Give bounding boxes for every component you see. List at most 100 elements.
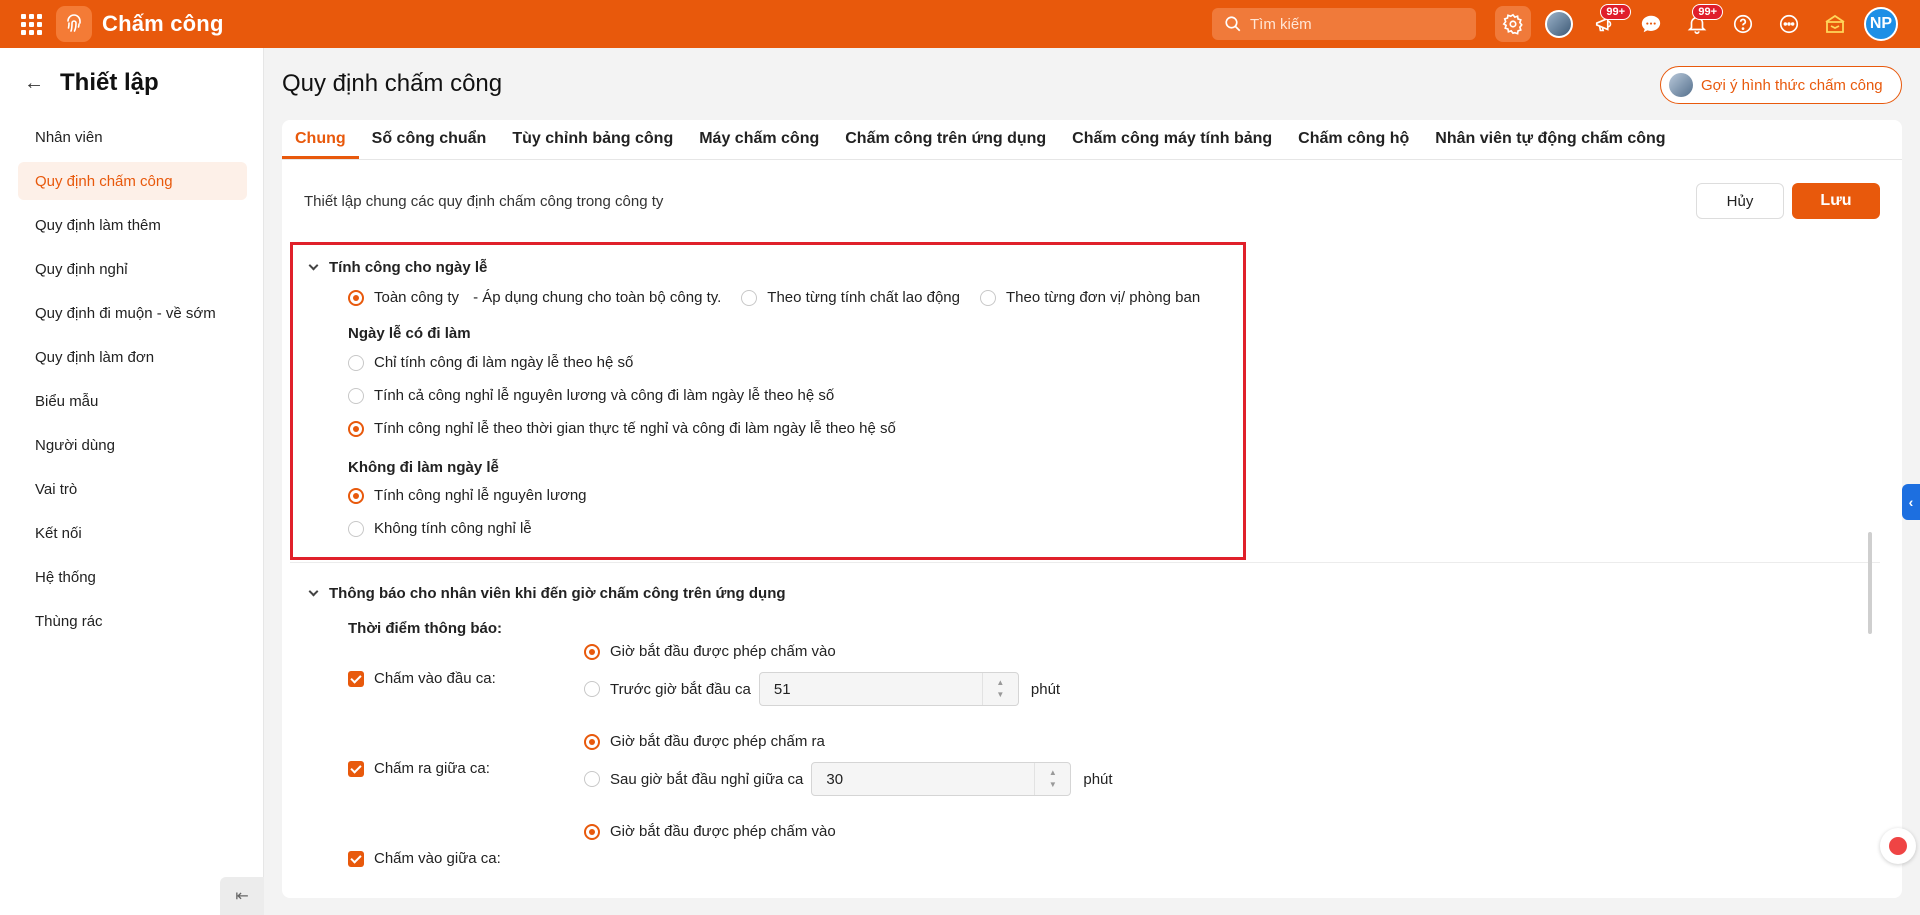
tab[interactable]: Chấm công hộ	[1285, 120, 1422, 159]
notifications-button[interactable]: 99+	[1679, 4, 1723, 42]
minutes-before-start-input[interactable]: ▲▼	[758, 672, 1019, 706]
not-working-option-label: Tính công nghỉ lễ nguyên lương	[374, 487, 587, 504]
notify-section-toggle[interactable]: Thông báo cho nhân viên khi đến giờ chấm…	[308, 585, 786, 602]
checkbox-icon	[348, 670, 364, 687]
working-option-2[interactable]: Tính cả công nghỉ lễ nguyên lương và côn…	[348, 387, 834, 404]
checkbox-checkin-mid[interactable]: Chấm vào giữa ca:	[348, 850, 501, 867]
sparkle-icon	[1889, 837, 1907, 855]
chat-button[interactable]	[1633, 6, 1669, 42]
cancel-button[interactable]: Hủy	[1696, 183, 1784, 219]
chat-icon	[1641, 15, 1661, 33]
tab[interactable]: Máy chấm công	[686, 120, 832, 159]
settings-button[interactable]	[1495, 6, 1531, 42]
sidebar-item[interactable]: Kết nối	[18, 514, 247, 552]
suggest-button[interactable]: Gợi ý hình thức chấm công	[1660, 66, 1902, 104]
account-button[interactable]: NP	[1863, 6, 1899, 42]
assistant-button[interactable]	[1880, 828, 1916, 864]
number-input[interactable]	[759, 680, 960, 698]
working-option-1[interactable]: Chỉ tính công đi làm ngày lễ theo hệ số	[348, 354, 633, 371]
gift-button[interactable]	[1817, 6, 1853, 42]
checkin-mid-option-1[interactable]: Giờ bắt đầu được phép chấm vào	[584, 823, 836, 840]
radio-icon	[741, 289, 758, 306]
more-button[interactable]	[1771, 6, 1807, 42]
working-option-label: Tính công nghỉ lễ theo thời gian thực tế…	[374, 420, 896, 437]
sidebar-item[interactable]: Quy định làm đơn	[18, 338, 247, 376]
working-option-3[interactable]: Tính công nghỉ lễ theo thời gian thực tế…	[348, 420, 896, 437]
sidebar-item[interactable]: Vai trò	[18, 470, 247, 508]
gift-icon	[1825, 14, 1845, 33]
sidebar-item[interactable]: Biểu mẫu	[18, 382, 247, 420]
sidebar-item[interactable]: Người dùng	[18, 426, 247, 464]
radio-icon	[348, 420, 364, 437]
holiday-section-toggle[interactable]: Tính công cho ngày lễ	[308, 259, 488, 276]
stepper-icon[interactable]: ▲ ▼	[981, 673, 1018, 705]
tab[interactable]: Số công chuẩn	[359, 120, 500, 159]
not-working-holiday-label: Không đi làm ngày lễ	[348, 459, 499, 476]
side-panel-toggle-icon[interactable]: ‹	[1902, 484, 1920, 520]
checkbox-icon	[348, 850, 364, 867]
tab-bar: Chung Số công chuẩn Tùy chỉnh bảng công Máy…	[282, 120, 1902, 160]
notify-section-title: Thông báo cho nhân viên khi đến giờ chấm…	[329, 585, 786, 602]
radio-icon	[348, 289, 364, 306]
scope-option-company[interactable]: Toàn công ty - Áp dụng chung cho toàn bộ…	[348, 289, 721, 306]
sidebar-item[interactable]: Nhân viên	[18, 118, 247, 156]
radio-icon	[979, 289, 996, 306]
scope-option-department[interactable]: Theo từng đơn vị/ phòng ban	[979, 289, 1201, 306]
scope-option-labor-type[interactable]: Theo từng tính chất lao động	[741, 289, 960, 306]
notify-time-label: Thời điểm thông báo:	[348, 620, 502, 637]
tab[interactable]: Chấm công máy tính bảng	[1059, 120, 1285, 159]
checkin-start-option-2[interactable]: Trước giờ bắt đầu ca	[584, 681, 751, 698]
checkbox-checkout-mid[interactable]: Chấm ra giữa ca:	[348, 760, 490, 777]
user-initials-avatar: NP	[1864, 7, 1898, 41]
tab[interactable]: Nhân viên tự động chấm công	[1422, 120, 1678, 159]
checkbox-checkin-start[interactable]: Chấm vào đầu ca:	[348, 670, 496, 687]
section-divider	[290, 562, 1880, 563]
apps-grid-icon[interactable]	[7, 0, 55, 48]
help-button[interactable]	[1725, 6, 1761, 42]
settings-panel: Chung Số công chuẩn Tùy chỉnh bảng công Máy…	[282, 120, 1902, 898]
search-box[interactable]	[1212, 8, 1476, 40]
page-title: Quy định chấm công	[282, 70, 503, 97]
back-arrow-icon[interactable]: ←	[24, 72, 44, 95]
not-working-option-2[interactable]: Không tính công nghỉ lễ	[348, 520, 532, 537]
announcements-button[interactable]: 99+	[1587, 4, 1631, 42]
search-input[interactable]	[1250, 15, 1460, 33]
scrollbar[interactable]	[1868, 532, 1872, 634]
sidebar-item[interactable]: Thùng rác	[18, 602, 247, 640]
settings-icon	[1502, 13, 1523, 35]
sidebar-item[interactable]: Quy định nghỉ	[18, 250, 247, 288]
tab[interactable]: Chấm công trên ứng dụng	[832, 120, 1059, 159]
sidebar-item[interactable]: Quy định đi muộn - về sớm	[18, 294, 247, 332]
radio-icon	[348, 487, 364, 504]
number-input[interactable]	[812, 770, 1013, 788]
user-avatar-button[interactable]	[1541, 6, 1577, 42]
sidebar-item[interactable]: Quy định làm thêm	[18, 206, 247, 244]
search-icon	[1225, 16, 1241, 32]
not-working-option-1[interactable]: Tính công nghỉ lễ nguyên lương	[348, 487, 587, 504]
save-button[interactable]: Lưu	[1792, 183, 1880, 219]
sidebar: ← Thiết lập Nhân viên Quy định chấm công Q…	[0, 48, 264, 915]
sidebar-item[interactable]: Hệ thống	[18, 558, 247, 596]
checkout-mid-option-1[interactable]: Giờ bắt đầu được phép chấm ra	[584, 733, 825, 750]
checkbox-icon	[348, 760, 364, 777]
scope-option-note: - Áp dụng chung cho toàn bộ công ty.	[473, 289, 722, 306]
checkbox-label: Chấm vào đầu ca:	[374, 670, 496, 687]
sidebar-item[interactable]: Quy định chấm công	[18, 162, 247, 200]
scope-option-label: Theo từng đơn vị/ phòng ban	[1005, 289, 1201, 306]
checkin-start-option-1[interactable]: Giờ bắt đầu được phép chấm vào	[584, 643, 836, 660]
sidebar-menu: Nhân viên Quy định chấm công Quy định làm …	[0, 118, 263, 640]
minutes-after-break-input[interactable]: ▲▼	[811, 762, 1072, 796]
stepper-icon[interactable]: ▲ ▼	[1034, 763, 1070, 795]
radio-icon	[348, 520, 364, 537]
checkout-mid-option-2[interactable]: Sau giờ bắt đầu nghỉ giữa ca	[584, 771, 803, 788]
collapse-sidebar-icon[interactable]: ⇤	[220, 877, 264, 915]
chevron-down-icon	[308, 586, 319, 597]
working-option-label: Tính cả công nghỉ lễ nguyên lương và côn…	[374, 387, 835, 404]
radio-icon	[584, 823, 600, 840]
top-bar: Chấm công 99+ 99+ NP	[0, 0, 1920, 48]
tab[interactable]: Chung	[282, 120, 359, 159]
unit-label: phút	[1030, 680, 1061, 698]
holiday-section-title: Tính công cho ngày lễ	[329, 259, 488, 276]
tab[interactable]: Tùy chỉnh bảng công	[499, 120, 686, 159]
fingerprint-icon	[56, 6, 92, 42]
